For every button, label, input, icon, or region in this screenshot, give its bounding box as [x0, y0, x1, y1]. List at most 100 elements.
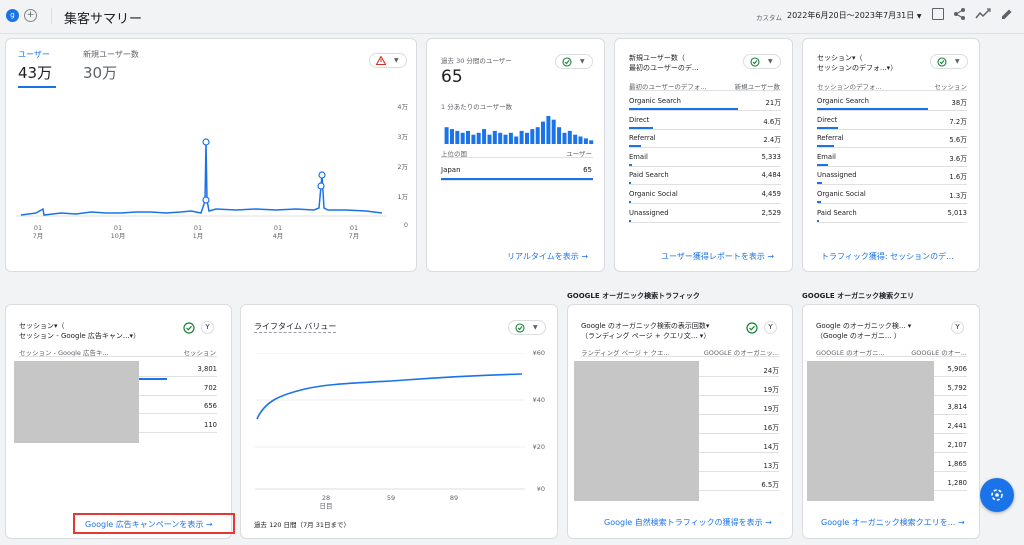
table-row-value: 2,529 — [761, 208, 781, 217]
realtime-value: 65 — [441, 67, 463, 87]
table-row-label[interactable]: Referral — [629, 134, 656, 142]
divider — [817, 221, 967, 223]
realtime-bar — [492, 130, 497, 144]
traffic-acquisition-link-text: トラフィック獲得: セッションのデ... — [821, 252, 954, 261]
x-tick-label: 01 10月 — [108, 224, 128, 240]
organic-traffic-title-line2: （ランディング ページ + クエリ文... ▾） — [581, 332, 711, 340]
filter-icon[interactable]: Y — [764, 321, 777, 334]
table-row-label[interactable]: Organic Social — [817, 190, 866, 198]
users-chart-card: ユーザー 43万 新規ユーザー数 30万 ▼ 4万 3万 2万 1万 0 01 7月 01 1… — [5, 38, 417, 272]
organic-queries-link[interactable]: Google オーガニック検索クエリを... → — [821, 517, 965, 528]
filter-icon[interactable]: Y — [951, 321, 964, 334]
table-row-label[interactable]: Organic Search — [817, 97, 869, 105]
arrow-right-icon: → — [581, 252, 589, 261]
realtime-bar — [455, 130, 460, 144]
realtime-bar — [557, 127, 562, 144]
table-row-label[interactable]: Direct — [817, 116, 837, 124]
divider — [629, 128, 781, 130]
table-row-value: 656 — [204, 402, 217, 410]
x-tick-label: 28 日目 — [319, 494, 333, 510]
table-row-label[interactable]: Paid Search — [629, 171, 669, 179]
table-row-label[interactable]: Organic Search — [629, 97, 681, 105]
table-row-label[interactable]: Email — [629, 153, 648, 161]
y-tick-label: 2万 — [397, 163, 408, 171]
realtime-row-value: 65 — [583, 166, 592, 174]
organic-queries-title-line1: Google のオーガニック検... ▾ — [816, 322, 912, 330]
y-tick-label: 4万 — [397, 103, 408, 111]
x-tick-label: 89 — [449, 494, 459, 502]
divider — [629, 165, 781, 167]
table-row-label[interactable]: Unassigned — [817, 171, 857, 179]
divider — [817, 147, 967, 149]
ads-campaign-link[interactable]: Google 広告キャンペーンを表示 → — [73, 513, 235, 534]
date-range-picker[interactable]: 2022年6月20日〜2023年7月31日 ▼ — [787, 10, 921, 21]
realtime-bar — [551, 119, 556, 144]
ads-title[interactable]: セッション▾（ セッション - Google 広告キャン...▾） — [19, 321, 140, 341]
x-tick-month: 7月 — [32, 232, 44, 240]
divider — [629, 90, 781, 91]
x-tick-label: 01 4月 — [268, 224, 288, 240]
anomaly-status-button[interactable]: ▼ — [369, 53, 407, 68]
tab-new-users-label: 新規ユーザー数 — [83, 50, 139, 59]
table-row-value: 14万 — [763, 443, 779, 451]
realtime-bar — [476, 132, 481, 144]
divider — [441, 157, 593, 158]
tab-new-users[interactable]: 新規ユーザー数 30万 — [83, 49, 139, 83]
x-tick-label: 01 1月 — [188, 224, 208, 240]
insights-fab[interactable] — [980, 478, 1014, 512]
table-row-value: 1.6万 — [949, 173, 967, 182]
realtime-row-country: Japan — [441, 166, 461, 174]
section-title-organic-traffic: GOOGLE オーガニック検索トラフィック — [567, 292, 700, 300]
ads-campaign-link-text-wrap: Google 広告キャンペーンを表示 → — [85, 519, 213, 530]
filter-icon[interactable]: Y — [201, 321, 214, 334]
realtime-report-link[interactable]: リアルタイムを表示 → — [507, 251, 588, 262]
new-users-card: 新規ユーザー数（ 最初のユーザーのデ... ▼ 最初のユーザーのデフォ... 新… — [614, 38, 793, 272]
check-circle-icon[interactable] — [183, 322, 195, 334]
x-tick-label: 01 7月 — [28, 224, 48, 240]
add-comparison-button[interactable]: + — [24, 9, 37, 22]
sessions-title[interactable]: セッション▾（ セッションのデフォ...▾） — [817, 53, 897, 73]
sessions-status-button[interactable]: ▼ — [930, 54, 968, 69]
lifetime-value-card: ライフタイム バリュー ▼ ¥60 ¥40 ¥20 ¥0 28 日目 59 89 過去 1… — [240, 304, 558, 539]
redacted-block — [807, 361, 934, 501]
table-row-label[interactable]: Unassigned — [629, 209, 669, 217]
divider — [817, 184, 967, 186]
divider — [817, 110, 967, 111]
organic-traffic-title[interactable]: Google のオーガニック検索の表示回数▾ （ランディング ページ + クエリ… — [581, 321, 710, 341]
x-tick-day: 01 — [349, 224, 359, 232]
organic-traffic-title-line1: Google のオーガニック検索の表示回数▾ — [581, 322, 710, 330]
insights-icon[interactable] — [975, 8, 991, 20]
organic-queries-link-text: Google オーガニック検索クエリを... — [821, 518, 956, 527]
table-row-label[interactable]: Direct — [629, 116, 649, 124]
acquisition-report-link[interactable]: ユーザー獲得レポートを表示 → — [661, 251, 774, 262]
edit-icon[interactable] — [1001, 8, 1013, 20]
table-row-label[interactable]: Email — [817, 153, 836, 161]
divider — [817, 165, 967, 167]
table-row-value: 5,013 — [947, 208, 967, 217]
top-bar: g + 集客サマリー カスタム 2022年6月20日〜2023年7月31日 ▼ — [0, 0, 1024, 34]
customize-report-icon[interactable] — [932, 8, 944, 20]
realtime-bar — [578, 136, 583, 144]
section-title-organic-queries: GOOGLE オーガニック検索クエリ — [802, 292, 915, 300]
divider — [816, 356, 967, 357]
realtime-status-button[interactable]: ▼ — [555, 54, 593, 69]
share-icon[interactable] — [953, 7, 967, 21]
table-row-label[interactable]: Paid Search — [817, 209, 857, 217]
realtime-bar — [519, 130, 524, 144]
organic-traffic-link[interactable]: Google 自然検索トラフィックの獲得を表示 → — [604, 517, 772, 528]
realtime-bar-chart — [444, 116, 594, 144]
ltv-status-button[interactable]: ▼ — [508, 320, 546, 335]
ltv-title[interactable]: ライフタイム バリュー — [254, 321, 337, 333]
y-tick-label: 0 — [403, 221, 408, 229]
new-users-status-button[interactable]: ▼ — [743, 54, 781, 69]
traffic-acquisition-link[interactable]: トラフィック獲得: セッションのデ... — [821, 251, 954, 262]
organic-queries-title[interactable]: Google のオーガニック検... ▾ （Google のオーガニ... ） — [816, 321, 911, 341]
check-circle-icon[interactable] — [746, 322, 758, 334]
table-row-label[interactable]: Organic Social — [629, 190, 678, 198]
chevron-down-icon: ▼ — [768, 58, 773, 65]
table-row-label[interactable]: Referral — [817, 134, 844, 142]
new-users-title[interactable]: 新規ユーザー数（ 最初のユーザーのデ... — [629, 53, 699, 73]
property-avatar[interactable]: g — [6, 9, 19, 22]
divider — [629, 110, 781, 111]
tab-users[interactable]: ユーザー 43万 — [18, 49, 56, 88]
